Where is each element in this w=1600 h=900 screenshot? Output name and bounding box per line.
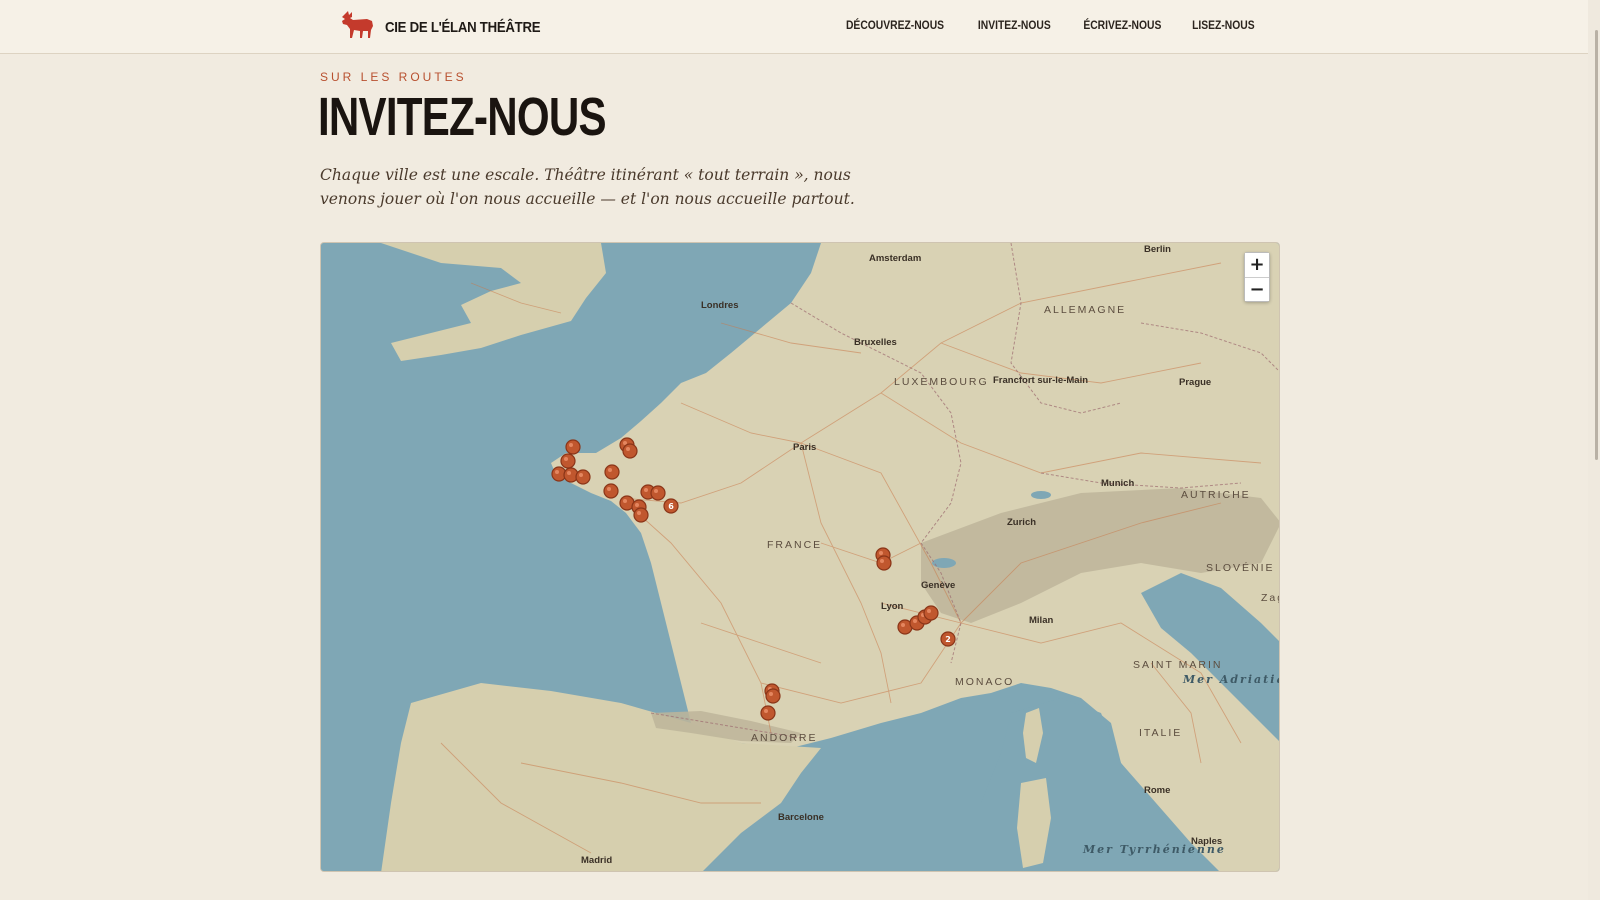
lake-geneva: [932, 558, 956, 568]
map-canvas[interactable]: Amsterdam Berlin Londres Bruxelles Franc…: [321, 243, 1280, 872]
city-label-amsterdam: Amsterdam: [869, 253, 921, 264]
map-marker[interactable]: [760, 705, 776, 721]
city-label-bruxelles: Bruxelles: [854, 337, 897, 348]
map-marker[interactable]: [633, 507, 649, 523]
nav-decouvrez-nous[interactable]: DÉCOUVREZ-NOUS: [846, 18, 944, 32]
brand-logo-link[interactable]: CIE DE L'ÉLAN THÉÂTRE: [339, 10, 561, 45]
map-marker[interactable]: [876, 555, 892, 571]
country-label-italie: ITALIE: [1139, 727, 1182, 739]
nav-ecrivez-nous[interactable]: ÉCRIVEZ-NOUS: [1083, 18, 1161, 32]
country-label-allemagne: ALLEMAGNE: [1044, 304, 1126, 316]
lake-constance: [1031, 491, 1051, 499]
scrollbar-thumb[interactable]: [1595, 30, 1598, 460]
city-label-lyon: Lyon: [881, 601, 904, 612]
sea-label-tyrrhenienne: Mer Tyrrhénienne: [1082, 843, 1226, 856]
nav-invitez-nous[interactable]: INVITEZ-NOUS: [978, 18, 1051, 32]
country-label-zagr: Zagr: [1261, 592, 1280, 604]
city-label-francfort: Francfort sur-le-Main: [993, 375, 1088, 386]
cluster-count: 2: [945, 635, 951, 644]
map-marker[interactable]: [622, 443, 638, 459]
map-marker[interactable]: [765, 688, 781, 704]
country-label-andorre: ANDORRE: [751, 732, 818, 744]
country-label-monaco: MONACO: [955, 676, 1014, 688]
page-title: INVITEZ-NOUS: [318, 87, 607, 147]
main-nav: DÉCOUVREZ-NOUS INVITEZ-NOUS ÉCRIVEZ-NOUS…: [838, 18, 1260, 32]
cluster-count: 6: [668, 502, 674, 511]
country-label-france: FRANCE: [767, 539, 822, 551]
zoom-in-button[interactable]: +: [1245, 253, 1269, 277]
city-label-munich: Munich: [1101, 478, 1134, 489]
nav-lisez-nous[interactable]: LISEZ-NOUS: [1192, 18, 1254, 32]
map-marker[interactable]: [565, 439, 581, 455]
sea-label-adriatique: Mer Adriatique: [1182, 673, 1280, 686]
map-marker[interactable]: [923, 605, 939, 621]
site-header: CIE DE L'ÉLAN THÉÂTRE DÉCOUVREZ-NOUS INV…: [0, 0, 1600, 54]
map-marker[interactable]: [575, 469, 591, 485]
page-scrollbar[interactable]: [1588, 0, 1600, 900]
map-marker[interactable]: [603, 483, 619, 499]
city-label-paris: Paris: [793, 442, 816, 453]
city-label-geneve: Genève: [921, 580, 955, 591]
country-label-saint-marin: SAINT MARIN: [1133, 659, 1222, 671]
brand-name: CIE DE L'ÉLAN THÉÂTRE: [385, 18, 541, 36]
country-label-luxembourg: LUXEMBOURG: [894, 376, 989, 388]
city-label-prague: Prague: [1179, 377, 1211, 388]
map-marker[interactable]: [650, 485, 666, 501]
city-label-zurich: Zurich: [1007, 517, 1036, 528]
city-label-rome: Rome: [1144, 785, 1170, 796]
zoom-out-button[interactable]: −: [1245, 277, 1269, 301]
map-cluster[interactable]: 6: [663, 498, 679, 514]
city-label-barcelone: Barcelone: [778, 812, 824, 823]
intro-text: Chaque ville est une escale. Théâtre iti…: [320, 166, 855, 208]
zoom-control: + −: [1244, 252, 1270, 302]
map-cluster[interactable]: 2: [940, 631, 956, 647]
city-label-londres: Londres: [701, 300, 738, 311]
moose-icon: [339, 10, 377, 45]
map-marker[interactable]: [560, 453, 576, 469]
section-eyebrow: SUR LES ROUTES: [320, 70, 467, 84]
tour-map[interactable]: Amsterdam Berlin Londres Bruxelles Franc…: [320, 242, 1280, 872]
city-label-madrid: Madrid: [581, 855, 612, 866]
country-label-autriche: AUTRICHE: [1181, 489, 1251, 501]
city-label-berlin: Berlin: [1144, 244, 1171, 255]
country-label-slovenie: SLOVÉNIE: [1206, 561, 1275, 574]
city-label-milan: Milan: [1029, 615, 1053, 626]
map-marker[interactable]: [604, 464, 620, 480]
